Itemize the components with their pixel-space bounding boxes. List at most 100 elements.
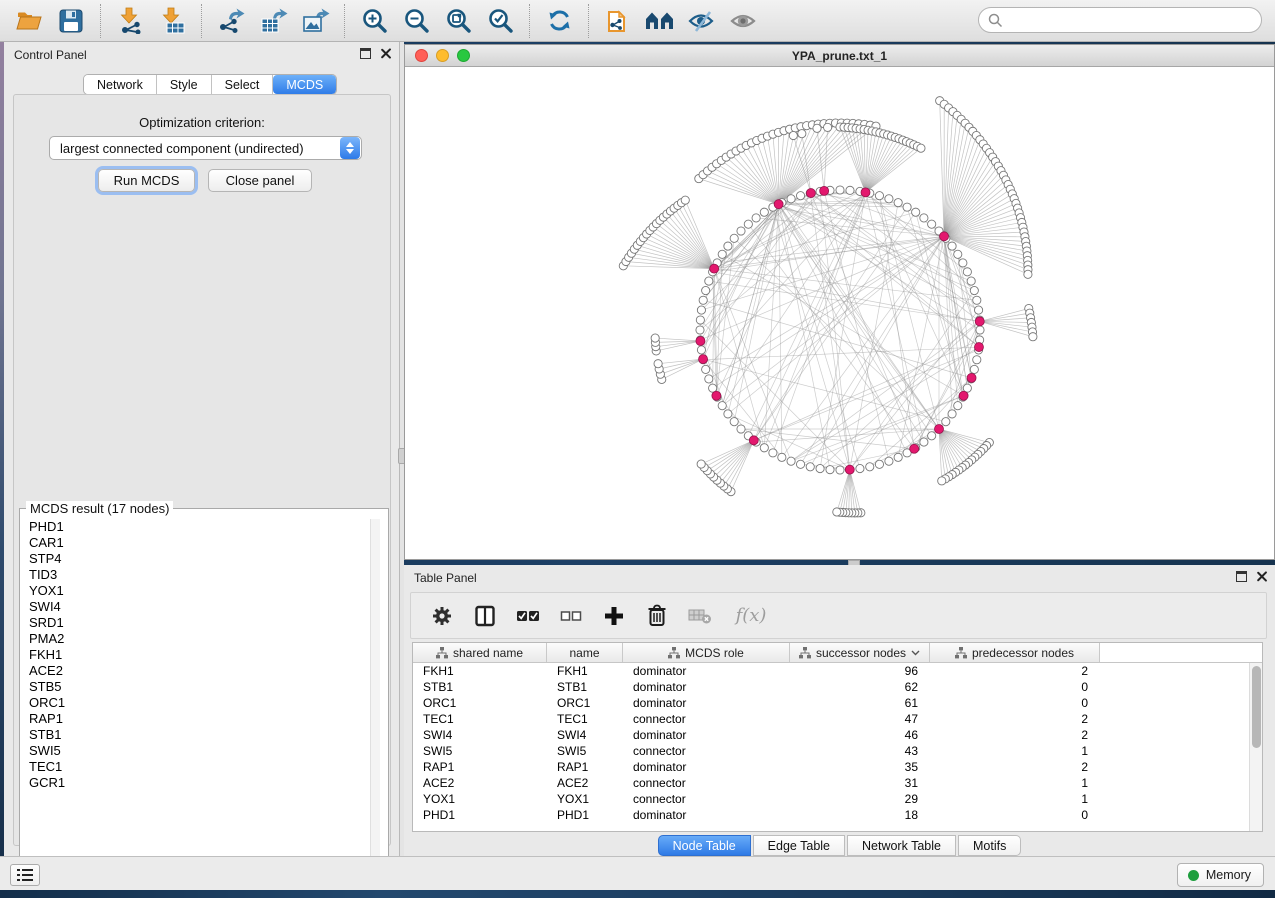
mcds-result-item[interactable]: GCR1 (22, 775, 368, 791)
mcds-node[interactable] (975, 317, 984, 326)
float-panel-icon[interactable] (1236, 571, 1247, 582)
tab-mcds[interactable]: MCDS (273, 75, 336, 94)
network-node[interactable] (718, 402, 726, 410)
network-node[interactable] (973, 356, 981, 364)
network-window-titlebar[interactable]: YPA_prune.txt_1 (405, 45, 1274, 67)
network-node[interactable] (697, 346, 705, 354)
table-row[interactable]: ACE2ACE2connector311 (413, 775, 1262, 791)
network-node[interactable] (806, 463, 814, 471)
save-session-button[interactable] (54, 4, 88, 38)
search-box[interactable] (978, 7, 1262, 33)
network-node[interactable] (894, 199, 902, 207)
table-row[interactable]: ORC1ORC1dominator610 (413, 695, 1262, 711)
network-node[interactable] (789, 131, 797, 139)
network-node[interactable] (875, 192, 883, 200)
memory-button[interactable]: Memory (1177, 863, 1264, 887)
network-node[interactable] (959, 259, 967, 267)
network-node[interactable] (912, 208, 920, 216)
network-node[interactable] (651, 334, 659, 342)
mcds-result-item[interactable]: YOX1 (22, 583, 368, 599)
mcds-result-item[interactable]: SWI4 (22, 599, 368, 615)
network-node[interactable] (1029, 333, 1037, 341)
tab-node-table[interactable]: Node Table (658, 835, 751, 856)
column-header-successor-nodes[interactable]: successor nodes (790, 643, 930, 662)
mcds-node[interactable] (967, 373, 976, 382)
zoom-fit-button[interactable] (441, 4, 475, 38)
table-row[interactable]: TEC1TEC1connector472 (413, 711, 1262, 727)
network-node[interactable] (798, 130, 806, 138)
table-row[interactable]: RAP1RAP1dominator352 (413, 759, 1262, 775)
mcds-result-item[interactable]: STB1 (22, 727, 368, 743)
result-list-scrollbar[interactable] (370, 519, 380, 876)
table-settings-button[interactable] (429, 603, 455, 629)
network-node[interactable] (976, 326, 984, 334)
network-node[interactable] (942, 418, 950, 426)
network-node[interactable] (928, 432, 936, 440)
network-node[interactable] (856, 464, 864, 472)
table-row[interactable]: YOX1YOX1connector291 (413, 791, 1262, 807)
optimization-criterion-dropdown[interactable]: largest connected component (undirected) (49, 136, 362, 160)
import-network-button[interactable] (113, 4, 147, 38)
column-header-predecessor-nodes[interactable]: predecessor nodes (930, 643, 1100, 662)
table-scrollbar-thumb[interactable] (1252, 666, 1261, 748)
network-node[interactable] (920, 214, 928, 222)
mcds-node[interactable] (934, 424, 943, 433)
network-node[interactable] (948, 410, 956, 418)
task-history-button[interactable] (10, 864, 40, 886)
network-node[interactable] (697, 306, 705, 314)
network-node[interactable] (970, 286, 978, 294)
mcds-node[interactable] (845, 465, 854, 474)
network-node[interactable] (681, 196, 689, 204)
network-node[interactable] (737, 425, 745, 433)
tab-edge-table[interactable]: Edge Table (753, 835, 845, 856)
network-node[interactable] (697, 460, 705, 468)
network-node[interactable] (846, 186, 854, 194)
network-node[interactable] (813, 124, 821, 132)
mcds-node[interactable] (861, 188, 870, 197)
network-node[interactable] (885, 195, 893, 203)
mcds-result-item[interactable]: PHD1 (22, 519, 368, 535)
close-panel-icon[interactable] (380, 48, 391, 59)
network-node[interactable] (974, 306, 982, 314)
mcds-node[interactable] (710, 264, 719, 273)
search-input[interactable] (1003, 13, 1261, 27)
add-column-button[interactable] (601, 603, 627, 629)
run-mcds-button[interactable]: Run MCDS (98, 169, 195, 192)
network-node[interactable] (885, 457, 893, 465)
duplicate-network-button[interactable] (601, 4, 635, 38)
zoom-out-button[interactable] (399, 4, 433, 38)
mcds-node[interactable] (940, 232, 949, 241)
import-table-button[interactable] (155, 4, 189, 38)
mcds-result-item[interactable]: STB5 (22, 679, 368, 695)
network-node[interactable] (1024, 270, 1032, 278)
mcds-result-item[interactable]: SRD1 (22, 615, 368, 631)
network-node[interactable] (824, 123, 832, 131)
mcds-result-item[interactable]: TID3 (22, 567, 368, 583)
window-zoom-button[interactable] (457, 49, 470, 62)
network-node[interactable] (954, 250, 962, 258)
unselect-all-button[interactable] (558, 603, 584, 629)
tab-select[interactable]: Select (212, 75, 274, 94)
table-row[interactable]: PHD1PHD1dominator180 (413, 807, 1262, 823)
network-node[interactable] (769, 449, 777, 457)
mcds-result-item[interactable]: FKH1 (22, 647, 368, 663)
network-node[interactable] (760, 444, 768, 452)
network-node[interactable] (787, 457, 795, 465)
network-node[interactable] (826, 466, 834, 474)
network-node[interactable] (973, 296, 981, 304)
close-panel-button[interactable]: Close panel (208, 169, 312, 192)
split-columns-button[interactable] (472, 603, 498, 629)
mcds-node[interactable] (712, 391, 721, 400)
mcds-node[interactable] (910, 444, 919, 453)
network-node[interactable] (920, 438, 928, 446)
column-header-mcds-role[interactable]: MCDS role (623, 643, 790, 662)
table-row[interactable]: SWI5SWI5connector431 (413, 743, 1262, 759)
zoom-selected-button[interactable] (483, 4, 517, 38)
mcds-result-item[interactable]: CAR1 (22, 535, 368, 551)
tab-network-table[interactable]: Network Table (847, 835, 956, 856)
mcds-node[interactable] (806, 189, 815, 198)
tab-network[interactable]: Network (84, 75, 157, 94)
network-node[interactable] (954, 402, 962, 410)
mcds-result-item[interactable]: TEC1 (22, 759, 368, 775)
network-node[interactable] (816, 464, 824, 472)
